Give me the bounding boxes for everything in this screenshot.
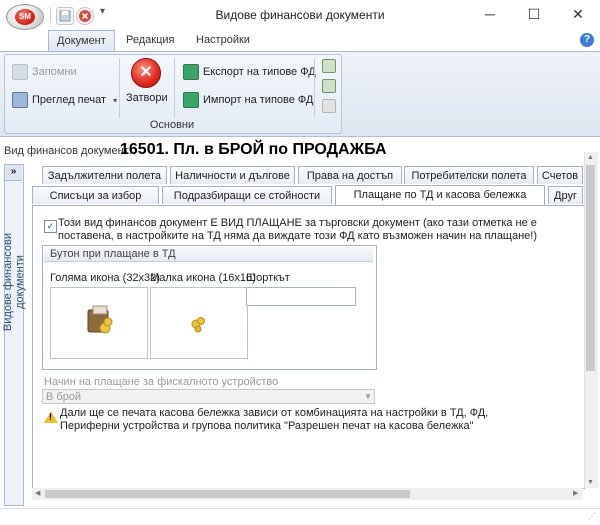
refresh-icon[interactable] [322,59,336,73]
save-button[interactable]: Запомни [12,64,77,80]
tab-payment-receipt[interactable]: Плащане по ТД и касова бележка [335,185,545,205]
save-icon [12,64,28,80]
tab-access-rights[interactable]: Права на достъп [298,166,402,184]
tab-other[interactable]: Друг [548,186,583,204]
tab-stock-debts[interactable]: Наличности и дългове [170,166,295,184]
minimize-button[interactable]: ─ [468,0,512,30]
tab-user-fields[interactable]: Потребителски полета [404,166,534,184]
fiscal-payment-label: Начин на плащане за фискалното устройств… [44,376,279,388]
help-icon[interactable]: ? [580,33,594,47]
tab-default-values[interactable]: Подразбиращи се стойности [162,186,332,204]
ribbon-tab-edit[interactable]: Редакция [118,30,182,51]
import-button[interactable]: Импорт на типове ФД [183,92,313,108]
document-title: 16501. Пл. в БРОЙ по ПРОДАЖБА [120,141,387,158]
shortcut-input[interactable] [246,287,356,306]
shortcut-label: Шорткът [246,272,290,284]
side-panel-label[interactable]: Видове финансови документи [2,212,26,352]
ribbon-group-label: Основни [149,119,195,131]
import-icon [183,92,199,108]
horizontal-scroll-thumb[interactable] [45,490,410,498]
wallet-coins-icon [87,305,113,334]
dropdown-arrow-icon: ▾ [113,95,118,105]
export-button[interactable]: Експорт на типове ФД [183,64,316,80]
coins-icon [191,317,205,333]
resize-grip-icon[interactable]: ⋰ [588,512,596,521]
ribbon-separator [119,58,120,118]
chevron-down-icon: ▼ [364,392,372,401]
fiscal-payment-select[interactable]: В брой [42,389,375,404]
small-icon-label: Малка икона (16x16) [150,272,256,284]
ribbon-separator [174,58,175,118]
expand-panel-button[interactable]: » [5,165,22,181]
export-icon [183,64,199,80]
small-icon-picker[interactable] [150,287,248,359]
vertical-scroll-thumb[interactable] [586,165,595,371]
warning-icon-mark: ! [49,412,52,422]
ribbon-tab-settings[interactable]: Настройки [188,30,258,51]
close-icon[interactable]: ✕ [131,58,161,88]
is-payment-checkbox[interactable]: ✓ [44,220,57,233]
tab-accounting[interactable]: Счетов [537,166,583,184]
status-bar [0,508,600,525]
scroll-up-icon[interactable]: ▲ [587,154,594,161]
is-payment-checkbox-label: Този вид финансов документ Е ВИД ПЛАЩАНЕ… [58,217,538,242]
tab-selection-lists[interactable]: Списъци за избор [32,186,159,204]
tab-required-fields[interactable]: Задължителни полета [42,166,167,184]
print-preview-button[interactable]: Преглед печат ▾ [12,92,117,108]
payment-button-group-title: Бутон при плащане в ТД [44,247,373,262]
maximize-button[interactable]: ☐ [512,0,556,30]
document-type-label: Вид финансов документ: [4,145,132,157]
ribbon-separator [314,58,315,118]
close-window-button[interactable]: ✕ [556,0,600,30]
scroll-down-icon[interactable]: ▼ [587,479,594,486]
scroll-left-icon[interactable]: ◀ [35,489,40,497]
large-icon-picker[interactable] [50,287,148,359]
large-icon-label: Голяма икона (32x32) [50,272,160,284]
remove-icon[interactable] [322,99,336,113]
add-icon[interactable] [322,79,336,93]
close-button[interactable]: Затвори [126,92,168,104]
print-preview-icon [12,92,28,108]
ribbon-tab-document[interactable]: Документ [48,30,115,52]
warning-text: Дали ще се печата касова бележка зависи … [60,407,489,432]
scroll-right-icon[interactable]: ▶ [573,489,578,497]
